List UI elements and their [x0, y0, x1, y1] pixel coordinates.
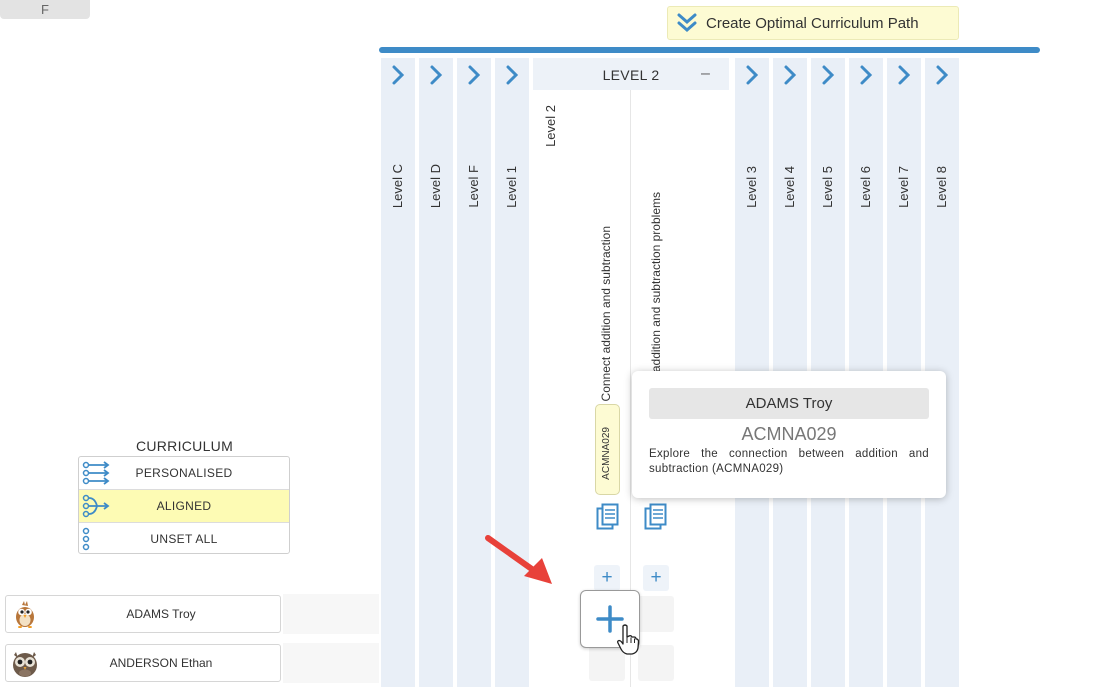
level-f-button[interactable]: F [0, 0, 90, 19]
level-column-d[interactable]: Level D [419, 58, 453, 687]
annotation-arrow-icon [484, 534, 554, 586]
level-label: Level 1 [504, 166, 519, 208]
student-name: ADAMS Troy [126, 607, 196, 621]
bird-avatar-icon [10, 599, 40, 629]
level-column-f[interactable]: Level F [457, 58, 491, 687]
document-icon[interactable] [644, 503, 668, 531]
curriculum-option-unset-all[interactable]: UNSET ALL [79, 523, 289, 553]
chevron-right-icon[interactable] [773, 64, 807, 86]
chevron-right-icon[interactable] [925, 64, 959, 86]
document-icon[interactable] [596, 503, 620, 531]
level-label: Level 4 [782, 166, 797, 208]
unset-icon [82, 526, 112, 552]
level-column-c[interactable]: Level C [381, 58, 415, 687]
subtopic-label[interactable]: Connect addition and subtraction [599, 226, 613, 401]
chevron-right-icon[interactable] [811, 64, 845, 86]
level-label: Level 7 [896, 166, 911, 208]
chevron-right-icon[interactable] [735, 64, 769, 86]
student-row-cells [283, 594, 379, 634]
assignment-cell[interactable] [638, 596, 674, 632]
level-header-bar [379, 47, 1040, 53]
hand-cursor-icon [617, 624, 640, 656]
assignment-cell[interactable] [638, 645, 674, 681]
chevron-right-icon[interactable] [849, 64, 883, 86]
curriculum-title: CURRICULUM [135, 438, 234, 454]
chevron-right-icon[interactable] [495, 64, 529, 86]
personalised-icon [82, 460, 112, 486]
plus-icon: + [650, 567, 662, 588]
collapse-level-button[interactable]: – [701, 65, 710, 83]
add-content-button[interactable]: + [594, 565, 620, 591]
double-chevron-down-icon [668, 6, 706, 40]
subtopic-label[interactable]: addition and subtraction problems [649, 192, 663, 372]
aligned-icon [82, 493, 112, 519]
curriculum-option-personalised[interactable]: PERSONALISED [79, 457, 289, 490]
level-label: Level 3 [744, 166, 759, 208]
level-label: Level D [428, 163, 443, 208]
level-label: Level 2 [543, 105, 558, 147]
content-tooltip: ADAMS Troy ACMNA029 Explore the connecti… [632, 371, 946, 498]
curriculum-option-aligned[interactable]: ALIGNED [79, 490, 289, 523]
level-label: Level C [390, 163, 405, 208]
tooltip-student-name: ADAMS Troy [649, 388, 929, 419]
student-row[interactable]: ADAMS Troy [5, 595, 281, 633]
content-code-label: ACMNA029 [601, 427, 612, 480]
level-label: Level 6 [858, 166, 873, 208]
level-column-1[interactable]: Level 1 [495, 58, 529, 687]
plus-icon: + [601, 567, 613, 588]
student-name: ANDERSON Ethan [109, 656, 213, 670]
student-row-cells [283, 643, 379, 683]
level-label: Level 8 [934, 166, 949, 208]
tooltip-description: Explore the connection between addition … [649, 448, 929, 475]
level-f-label: F [41, 2, 49, 17]
tooltip-code: ACMNA029 [741, 424, 837, 444]
student-row[interactable]: ANDERSON Ethan [5, 644, 281, 682]
chevron-right-icon[interactable] [887, 64, 921, 86]
chevron-right-icon[interactable] [381, 64, 415, 86]
level-label: Level 5 [820, 166, 835, 208]
create-path-label: Create Optimal Curriculum Path [706, 14, 919, 32]
chevron-right-icon[interactable] [457, 64, 491, 86]
content-code-chip[interactable]: ACMNA029 [595, 404, 620, 495]
chevron-right-icon[interactable] [419, 64, 453, 86]
add-content-button[interactable]: + [643, 565, 669, 591]
create-optimal-curriculum-path-button[interactable]: Create Optimal Curriculum Path [667, 6, 959, 40]
owl-avatar-icon [10, 648, 40, 678]
curriculum-options: PERSONALISED ALIGNED UNSET ALL [78, 456, 290, 554]
level-label: Level F [466, 165, 481, 208]
level-2-title: LEVEL 2 [602, 67, 660, 83]
